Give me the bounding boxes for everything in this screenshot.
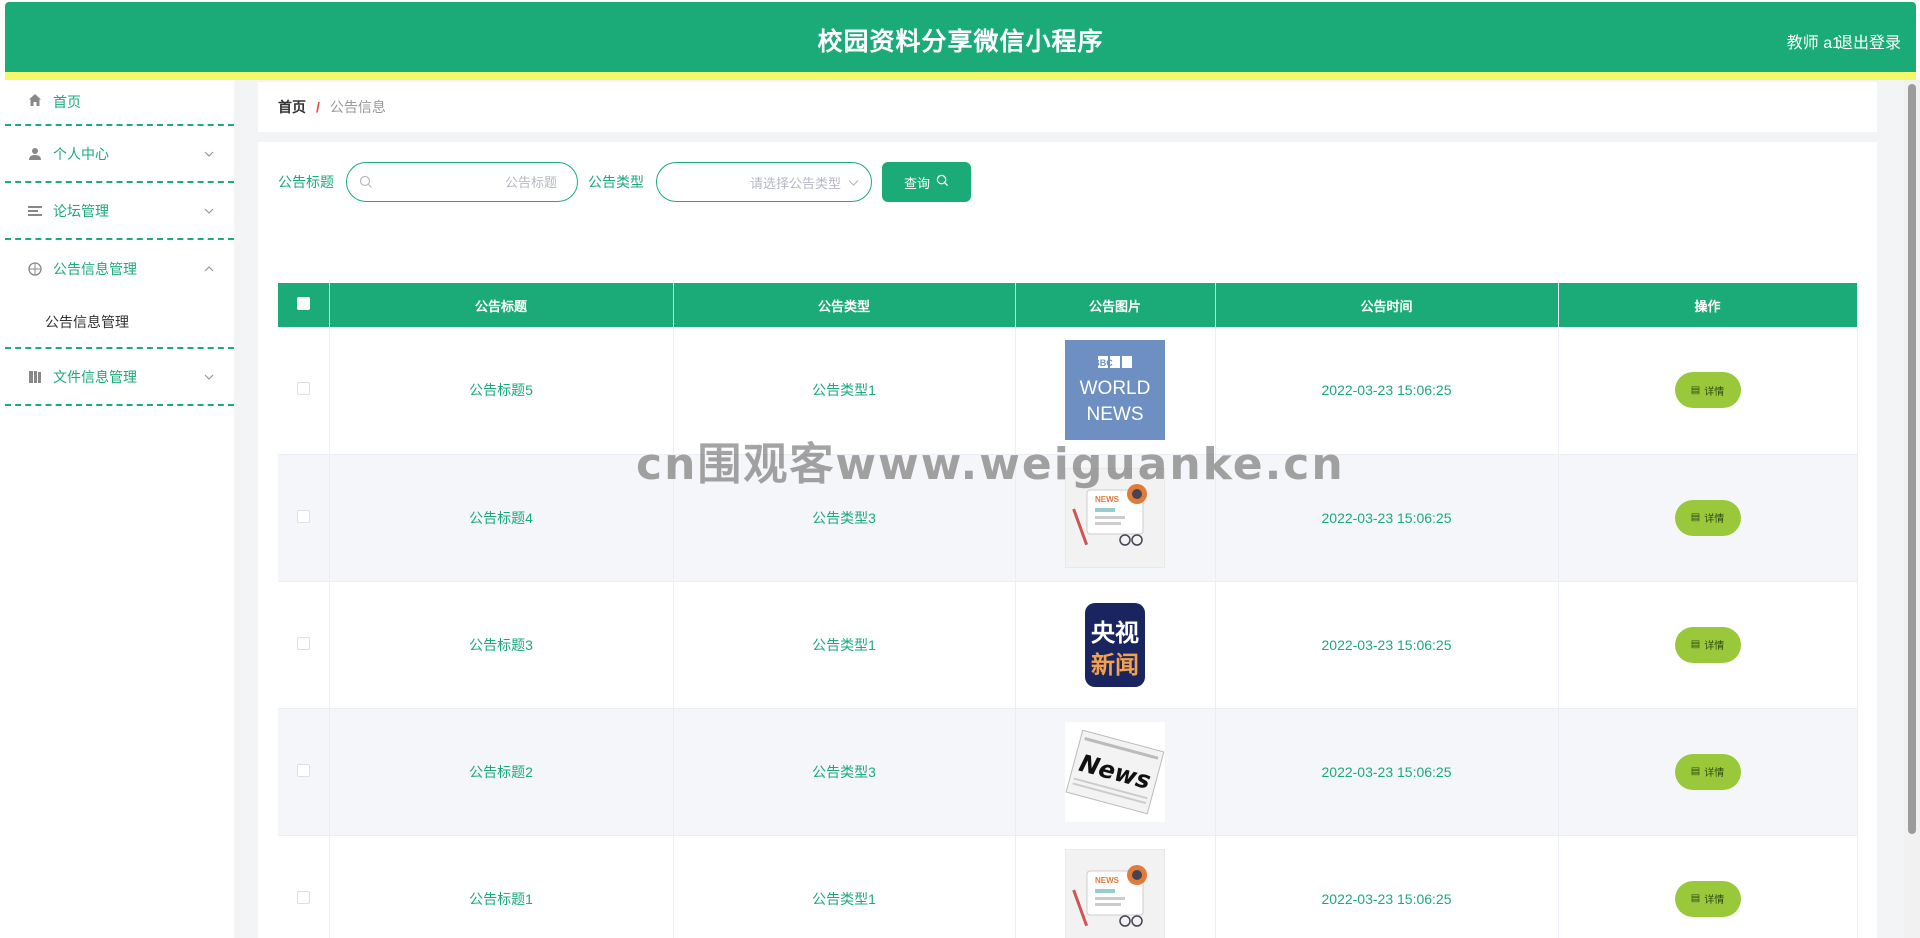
detail-button[interactable]: ▤ 详情: [1674, 753, 1741, 790]
detail-button[interactable]: ▤ 详情: [1674, 626, 1741, 663]
scrollbar-thumb[interactable]: [1908, 84, 1916, 834]
chevron-down-icon: [204, 371, 214, 383]
search-icon: [936, 174, 949, 190]
detail-button[interactable]: ▤ 详情: [1674, 499, 1741, 536]
news-illustration-image[interactable]: NEWS: [1065, 848, 1165, 938]
select-all-cell: [278, 283, 330, 327]
column-header-title[interactable]: 公告标题: [329, 283, 674, 327]
cell-time: 2022-03-23 15:06:25: [1215, 835, 1559, 938]
type-select-placeholder: 请选择公告类型: [749, 175, 841, 191]
breadcrumb-current: 公告信息: [329, 99, 386, 115]
cell-type: 公告类型3: [673, 708, 1016, 836]
sidebar-item-announcement[interactable]: 公告信息管理: [5, 240, 234, 297]
cell-time: 2022-03-23 15:06:25: [1215, 581, 1559, 709]
cell-title: 公告标题5: [329, 327, 674, 455]
cell-title: 公告标题1: [329, 835, 674, 938]
breadcrumb: 首页 / 公告信息: [258, 82, 1877, 132]
logout-link[interactable]: 退出登录: [1837, 29, 1901, 53]
document-icon: ▤: [1690, 766, 1701, 777]
breadcrumb-separator: /: [316, 99, 320, 115]
sidebar-item-label: 首页: [53, 94, 81, 110]
title-search-input[interactable]: [377, 171, 557, 193]
watermark: cn围观客www.weiguanke.cn: [636, 439, 1345, 490]
table-row: 公告标题3 公告类型1 央视 新闻 2022-03-23 15:06:25 ▤ 详…: [278, 581, 1858, 709]
cell-time: 2022-03-23 15:06:25: [1215, 708, 1559, 836]
document-icon: ▤: [1690, 639, 1701, 650]
top-header: 校园资料分享微信小程序 教师 a1 退出登录: [5, 2, 1916, 72]
document-icon: ▤: [1690, 893, 1701, 904]
user-icon: [27, 146, 43, 162]
column-header-image[interactable]: 公告图片: [1015, 283, 1216, 327]
detail-button[interactable]: ▤ 详情: [1674, 880, 1741, 917]
svg-text:NEWS: NEWS: [1087, 404, 1144, 425]
sidebar-item-files[interactable]: 文件信息管理: [5, 349, 234, 406]
column-header-actions: 操作: [1558, 283, 1858, 327]
cell-title: 公告标题2: [329, 708, 674, 836]
header-accent-strip: [5, 72, 1916, 80]
list-icon: [27, 203, 43, 219]
announcement-table: 公告标题 公告类型 公告图片 公告时间 操作 公告标题5 公告类型1 BBC W…: [278, 283, 1858, 938]
chevron-up-icon: [204, 263, 214, 275]
app-title: 校园资料分享微信小程序: [817, 28, 1104, 56]
type-filter-label: 公告类型: [588, 174, 644, 190]
sidebar-subitem-announcement-management[interactable]: 公告信息管理: [5, 297, 234, 347]
sidebar-group-announcement: 公告信息管理 公告信息管理: [5, 240, 234, 349]
row-checkbox[interactable]: [296, 509, 310, 523]
svg-text:NEWS: NEWS: [1095, 495, 1120, 504]
sidebar-item-personal-center[interactable]: 个人中心: [5, 126, 234, 183]
sidebar-item-label: 个人中心: [53, 145, 109, 162]
bbc-letter: BBC: [1093, 358, 1113, 368]
document-icon: ▤: [1690, 384, 1701, 396]
column-header-type[interactable]: 公告类型: [673, 283, 1016, 327]
search-bar: 公告标题 公告类型 请选择公告类型 查询: [278, 162, 971, 202]
chevron-down-icon: [204, 148, 214, 160]
svg-text:NEWS: NEWS: [1095, 876, 1120, 885]
svg-text:央视: 央视: [1091, 619, 1139, 647]
cctv-news-image[interactable]: 央视 新闻: [1065, 594, 1165, 695]
type-select[interactable]: 请选择公告类型: [656, 162, 872, 202]
title-search-field[interactable]: [346, 162, 578, 202]
bbc-world-news-image[interactable]: BBC WORLD NEWS: [1065, 340, 1165, 441]
column-header-time[interactable]: 公告时间: [1215, 283, 1559, 327]
row-checkbox[interactable]: [296, 890, 310, 904]
cell-title: 公告标题3: [329, 581, 674, 709]
sidebar-item-label: 公告信息管理: [53, 260, 137, 277]
cell-type: 公告类型1: [673, 835, 1016, 938]
chevron-down-icon: [204, 205, 214, 217]
sidebar-item-label: 文件信息管理: [53, 368, 137, 385]
row-checkbox[interactable]: [296, 763, 310, 777]
sidebar-item-forum[interactable]: 论坛管理: [5, 183, 234, 240]
row-checkbox[interactable]: [296, 636, 310, 650]
svg-text:WORLD: WORLD: [1080, 378, 1151, 399]
document-icon: ▤: [1690, 512, 1701, 523]
table-row: 公告标题1 公告类型1 NEWS 2022-03-23 15:06:25 ▤ 详…: [278, 835, 1858, 938]
table-header-row: 公告标题 公告类型 公告图片 公告时间 操作: [278, 283, 1858, 327]
query-button[interactable]: 查询: [882, 162, 971, 202]
detail-button[interactable]: ▤ 详情: [1674, 372, 1741, 409]
search-icon: [359, 175, 373, 192]
title-filter-label: 公告标题: [278, 174, 334, 190]
chevron-down-icon: [848, 176, 859, 191]
table-row: 公告标题2 公告类型3 News 2022-03-23 15:06:25 ▤ 详…: [278, 708, 1858, 836]
newspaper-image[interactable]: News: [1065, 721, 1165, 822]
cell-type: 公告类型1: [673, 581, 1016, 709]
book-icon: [27, 369, 43, 385]
sidebar-item-label: 论坛管理: [53, 202, 109, 219]
breadcrumb-home[interactable]: 首页: [278, 97, 306, 117]
cell-title: 公告标题4: [329, 454, 674, 582]
query-button-label: 查询: [903, 175, 930, 191]
sidebar-item-home[interactable]: 首页: [5, 80, 234, 126]
svg-text:新闻: 新闻: [1091, 651, 1139, 679]
row-checkbox[interactable]: [296, 382, 310, 396]
current-user-label: 教师 a1: [1786, 35, 1841, 52]
select-all-checkbox[interactable]: [296, 297, 310, 310]
sidebar: 首页 个人中心 论坛管理 公告信息管理 公告信息管理 文件信息管理: [5, 80, 234, 938]
home-icon: [27, 92, 43, 108]
content-panel: 公告标题 公告类型 请选择公告类型 查询: [258, 142, 1877, 938]
compass-icon: [27, 261, 43, 277]
sidebar-subitem-label: 公告信息管理: [45, 314, 129, 330]
